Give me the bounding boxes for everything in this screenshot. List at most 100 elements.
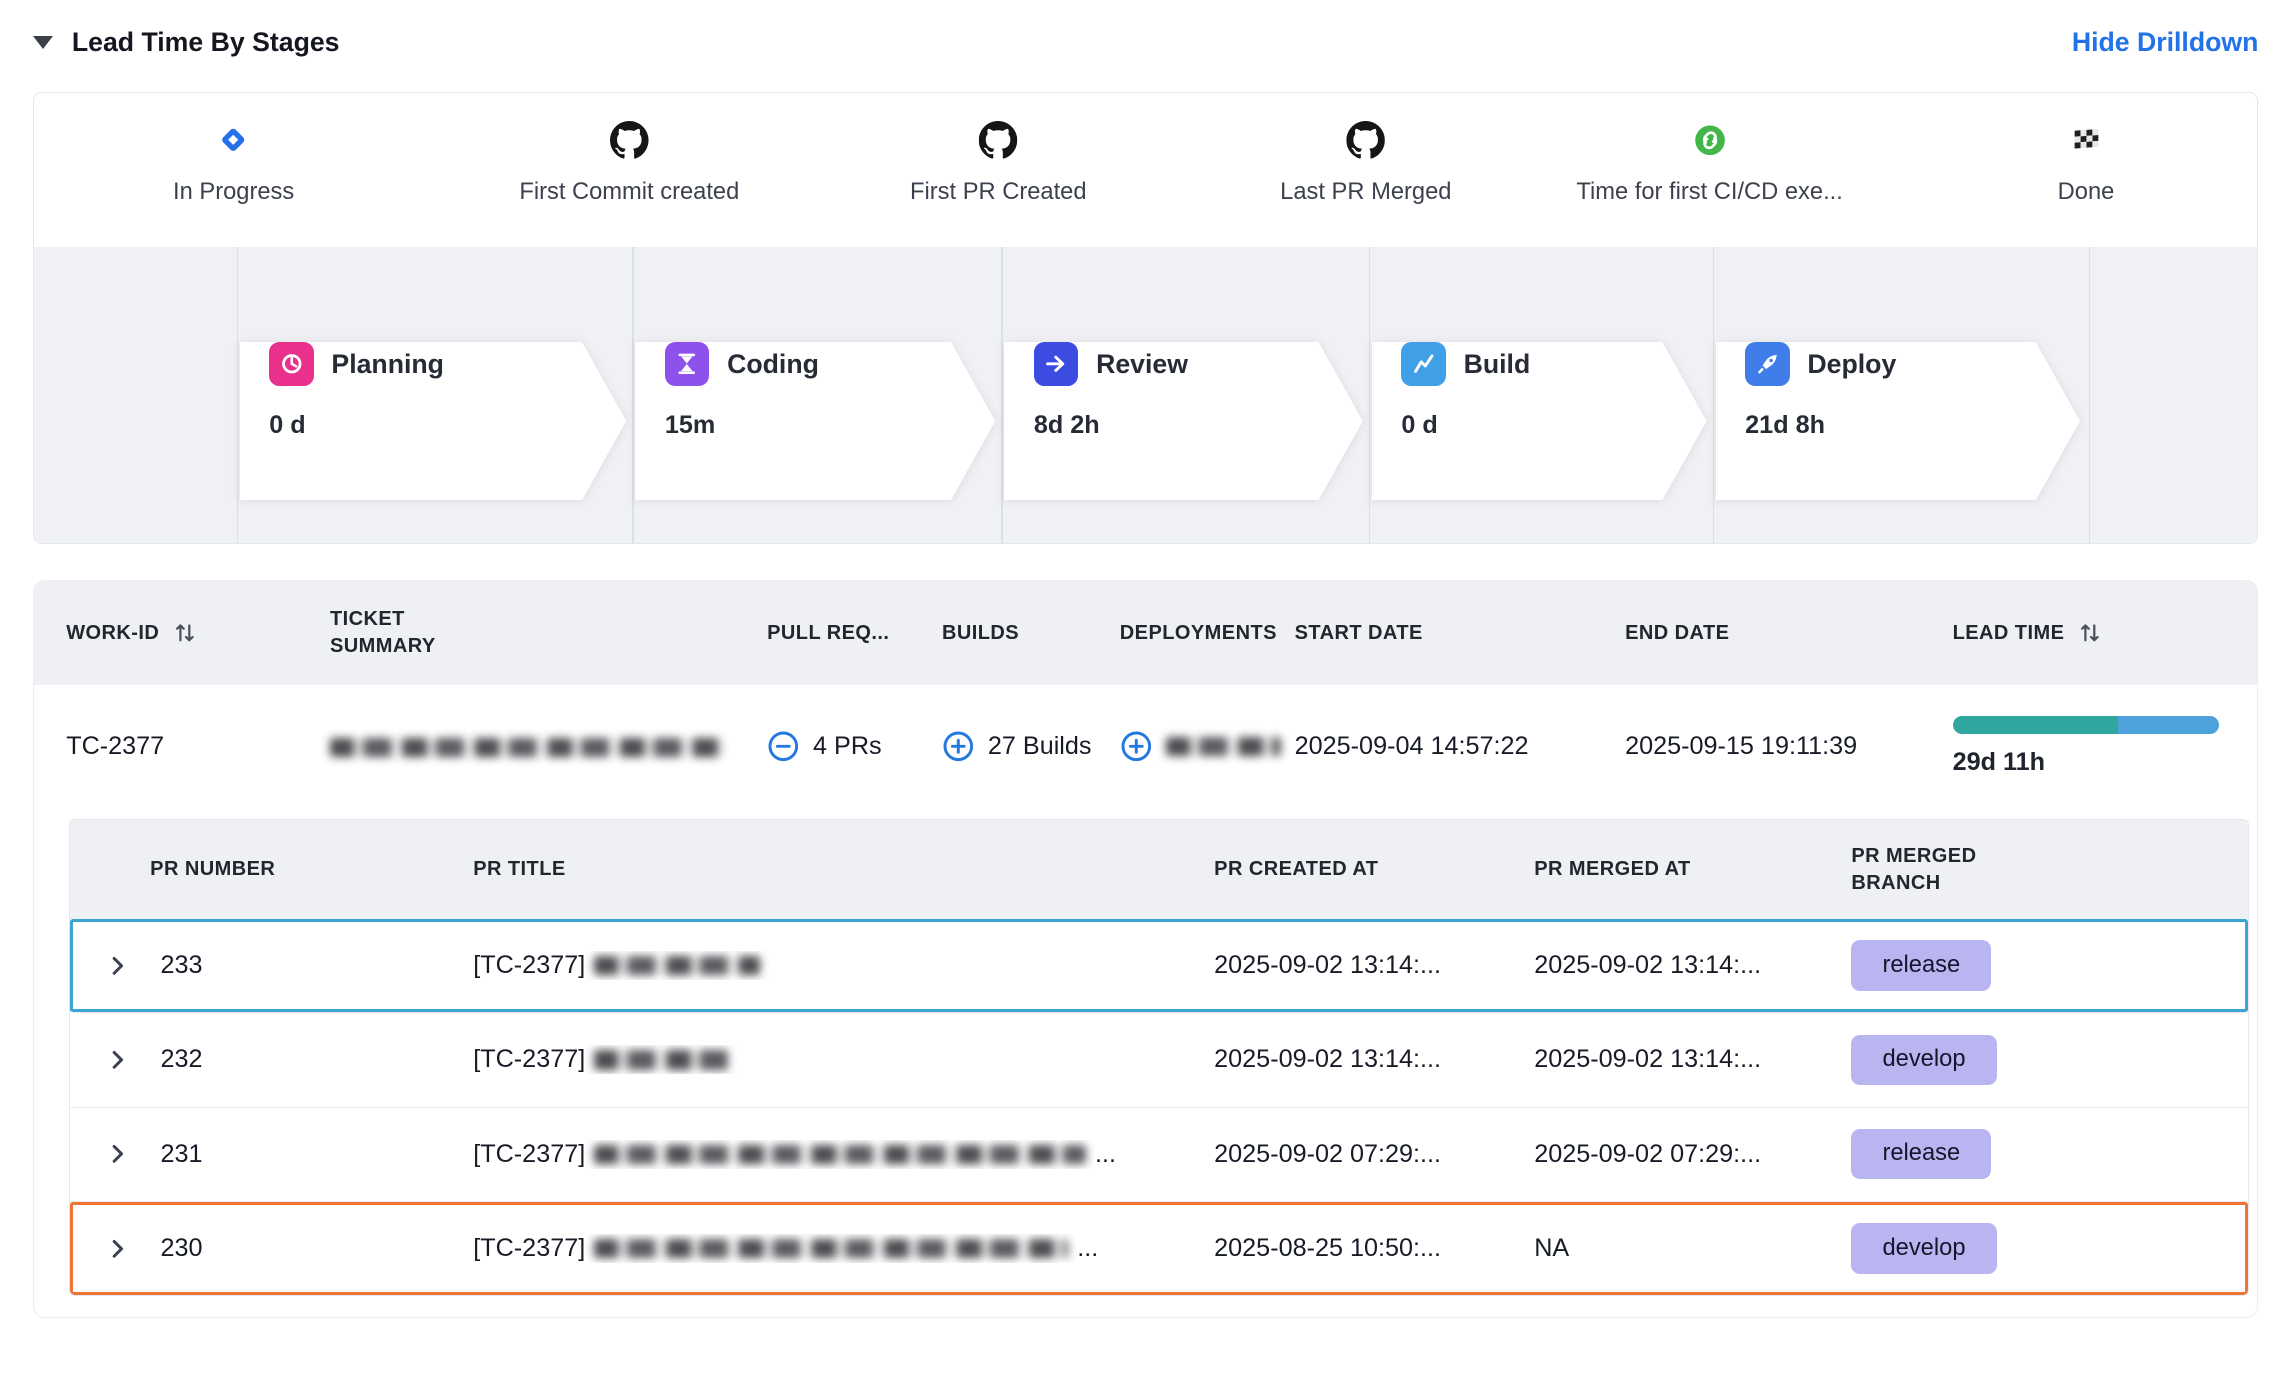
column-header-pull-requests: PULL REQ... [767,622,942,645]
milestone-divider [632,247,633,543]
branch-badge: release [1851,1129,1991,1179]
coding-icon [665,342,709,386]
milestone-first-commit: First Commit created [519,120,739,206]
pr-title: [TC-2377] ... [473,1234,1214,1263]
checkered-flag-icon [2071,120,2101,161]
column-header-lead-time[interactable]: LEAD TIME [1953,621,2258,645]
branch-badge: develop [1851,1223,1996,1273]
milestone-divider [1001,247,1002,543]
milestone-label: Done [2058,179,2115,206]
milestone-label: First Commit created [519,179,739,206]
stage-build: Build 0 d [1372,312,1707,471]
pr-title: [TC-2377] [473,951,1214,980]
stage-review: Review 8d 2h [1004,312,1363,471]
milestone-label: In Progress [173,179,294,206]
pr-created-at: 2025-09-02 13:14:... [1214,951,1534,980]
milestone-label: Time for first CI/CD exe... [1576,179,1842,206]
lead-time-stage-panel: In Progress First Commit created First P… [33,92,2259,544]
section-header: Lead Time By Stages Hide Drilldown [33,18,2259,68]
builds-cell[interactable]: 27 Builds [942,730,1120,763]
work-table-header: WORK-ID TICKET SUMMARY PULL REQ... BUILD… [34,581,2258,685]
pr-table-header: PR NUMBER PR TITLE PR CREATED AT PR MERG… [70,820,2247,918]
pr-created-at: 2025-08-25 10:50:... [1214,1234,1534,1263]
collapse-caret-icon[interactable] [33,36,53,49]
stage-duration: 0 d [269,411,626,440]
milestone-in-progress: In Progress [173,120,294,206]
expand-chevron-icon[interactable] [106,1237,150,1261]
column-header-end-date: END DATE [1625,622,1952,645]
sort-icon [2078,621,2102,645]
pr-title-prefix: [TC-2377] [473,1234,585,1263]
milestone-done: Done [2058,120,2115,206]
pr-row-232[interactable]: 232 [TC-2377] 2025-09-02 13:14:... 2025-… [70,1013,2247,1107]
pr-number: 231 [150,1140,473,1169]
stage-deploy: Deploy 21d 8h [1716,312,2081,471]
branch-badge: release [1851,940,1991,990]
page-title: Lead Time By Stages [72,27,340,58]
pr-title-prefix: [TC-2377] [473,1140,585,1169]
review-icon [1034,342,1078,386]
pr-row-233[interactable]: 233 [TC-2377] 2025-09-02 13:14:... 2025-… [70,919,2247,1013]
pr-created-at: 2025-09-02 07:29:... [1214,1140,1534,1169]
stage-band: Planning 0 d Coding 15m [34,247,2258,543]
ticket-summary-redacted [330,732,767,761]
pr-branch-cell: develop [1851,1035,2247,1085]
column-header-work-id[interactable]: WORK-ID [66,621,330,645]
pr-merged-at: NA [1534,1234,1851,1263]
pull-requests-table: PR NUMBER PR TITLE PR CREATED AT PR MERG… [69,819,2248,1296]
pr-number: 230 [150,1234,473,1263]
pr-created-at: 2025-09-02 13:14:... [1214,1045,1534,1074]
deployments-cell[interactable] [1120,730,1295,763]
deployments-count-redacted [1166,737,1282,756]
expand-chevron-icon[interactable] [106,1048,150,1072]
collapse-circle-minus-icon[interactable] [767,730,800,763]
pr-title-suffix: ... [1077,1234,1098,1263]
pr-branch-cell: develop [1851,1223,2247,1273]
deploy-icon [1745,342,1789,386]
sort-icon [173,621,197,645]
hide-drilldown-link[interactable]: Hide Drilldown [2072,27,2259,58]
expand-chevron-icon[interactable] [106,1142,150,1166]
pr-title-redacted [594,1145,1086,1164]
lead-time-bar [1953,716,2220,734]
column-header-builds: BUILDS [942,622,1120,645]
pr-merged-at: 2025-09-02 13:14:... [1534,951,1851,980]
pr-title-prefix: [TC-2377] [473,951,585,980]
milestone-cicd: Time for first CI/CD exe... [1576,120,1842,206]
pr-number: 233 [150,951,473,980]
column-header-pr-branch: PR MERGED BRANCH [1851,843,2247,897]
milestone-divider [237,247,238,543]
pr-row-230[interactable]: 230 [TC-2377] ... 2025-08-25 10:50:... N… [70,1202,2247,1295]
pr-title-redacted [594,1239,1068,1258]
column-label: WORK-ID [66,622,159,645]
work-items-table: WORK-ID TICKET SUMMARY PULL REQ... BUILD… [33,580,2259,1318]
pr-merged-at: 2025-09-02 13:14:... [1534,1045,1851,1074]
stage-name: Build [1464,349,1531,380]
expand-chevron-icon[interactable] [106,954,150,978]
stage-planning: Planning 0 d [240,312,627,471]
in-progress-icon [219,120,249,161]
planning-icon [269,342,313,386]
github-icon [979,120,1018,161]
milestone-label: Last PR Merged [1280,179,1451,206]
stage-name: Planning [331,349,444,380]
expand-circle-plus-icon[interactable] [942,730,975,763]
expand-circle-plus-icon[interactable] [1120,730,1153,763]
column-header-pr-merged: PR MERGED AT [1534,858,1851,881]
pr-row-231[interactable]: 231 [TC-2377] ... 2025-09-02 07:29:... 2… [70,1108,2247,1202]
column-header-start-date: START DATE [1295,622,1625,645]
lead-time-value: 29d 11h [1953,748,2258,777]
stage-name: Review [1096,349,1188,380]
end-date: 2025-09-15 19:11:39 [1625,732,1952,761]
milestone-label: First PR Created [910,179,1087,206]
build-icon [1401,342,1445,386]
branch-badge: develop [1851,1035,1996,1085]
stage-name: Deploy [1807,349,1896,380]
pull-requests-cell[interactable]: 4 PRs [767,730,942,763]
pr-branch-cell: release [1851,1129,2247,1179]
column-header-pr-title: PR TITLE [473,858,1214,881]
milestone-last-pr-merged: Last PR Merged [1280,120,1451,206]
github-icon [610,120,649,161]
lead-time-drilldown-page: Lead Time By Stages Hide Drilldown In Pr… [0,0,2291,1348]
pr-number: 232 [150,1045,473,1074]
